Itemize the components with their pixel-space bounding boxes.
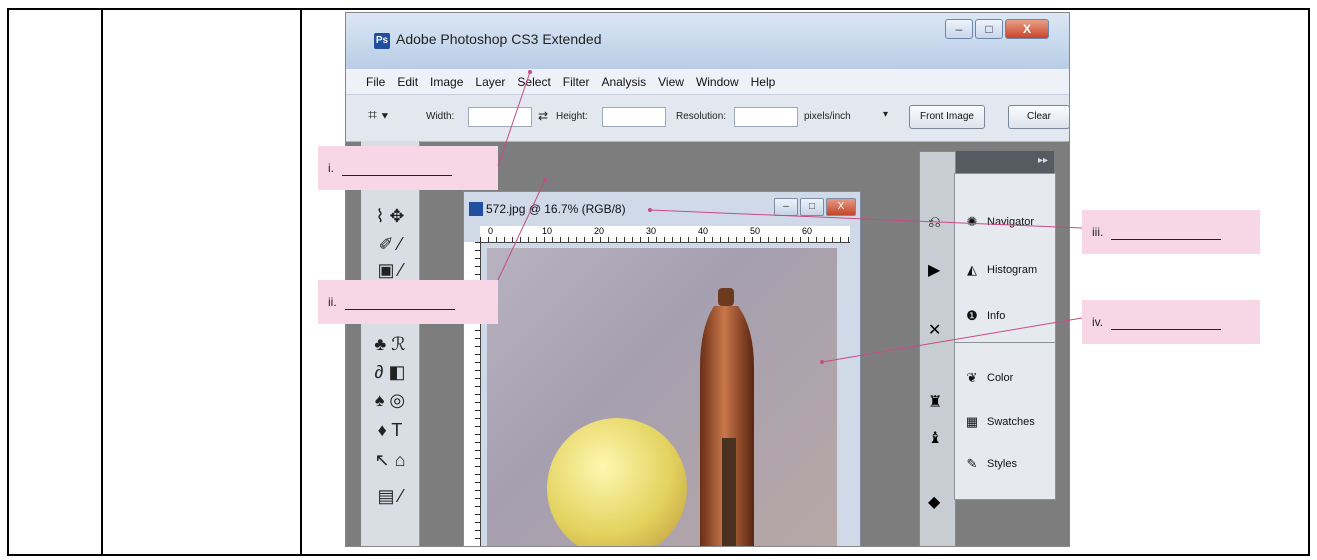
connector-dot [543,178,547,182]
connector-dot [528,70,532,74]
callout-connector-lines [497,70,1083,364]
connector-line-i [497,71,531,167]
connector-line-iv [821,317,1083,363]
connector-dot [820,360,824,364]
connector-line-ii [497,179,546,281]
connector-line-iii [649,209,1083,229]
connector-dot [648,208,652,212]
